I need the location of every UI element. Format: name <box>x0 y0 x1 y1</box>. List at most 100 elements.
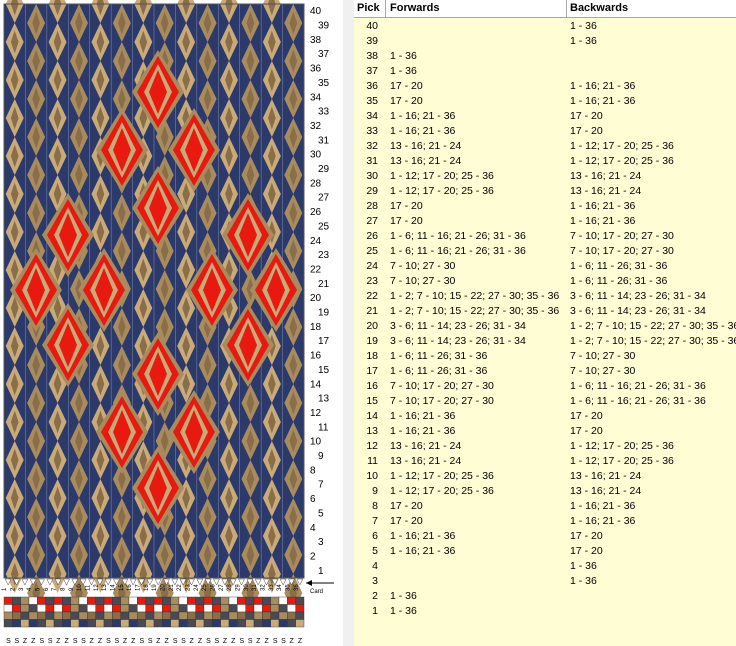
threading-cell[interactable] <box>287 596 296 605</box>
table-row[interactable]: 29 1 - 12; 17 - 20; 25 - 36 13 - 16; 21 - … <box>354 184 736 199</box>
threading-cell[interactable] <box>87 611 96 620</box>
threading-cell[interactable] <box>120 611 130 620</box>
threading-cell[interactable] <box>87 619 96 628</box>
threading-cell[interactable] <box>178 619 188 628</box>
table-row[interactable]: 5 1 - 16; 21 - 36 17 - 20 <box>354 544 736 559</box>
threading-cell[interactable] <box>278 604 288 613</box>
threading-cell[interactable] <box>20 619 30 628</box>
threading-cell[interactable] <box>87 604 96 613</box>
table-row[interactable]: 40 1 - 36 <box>354 19 736 34</box>
threading-cell[interactable] <box>195 619 205 628</box>
threading-cell[interactable] <box>178 611 188 620</box>
threading-cell[interactable] <box>162 611 171 620</box>
threading-cell[interactable] <box>37 596 46 605</box>
threading-cell[interactable] <box>228 596 238 605</box>
threading-cell[interactable] <box>95 596 105 605</box>
threading-cell[interactable] <box>228 611 238 620</box>
table-row[interactable]: 34 1 - 16; 21 - 36 17 - 20 <box>354 109 736 124</box>
threading-cell[interactable] <box>287 611 296 620</box>
threading-cell[interactable] <box>78 596 88 605</box>
column-divider[interactable] <box>385 0 386 17</box>
threading-cell[interactable] <box>170 604 180 613</box>
table-row[interactable]: 13 1 - 16; 21 - 36 17 - 20 <box>354 424 736 439</box>
threading-cell[interactable] <box>62 596 71 605</box>
threading-cell[interactable] <box>128 604 138 613</box>
threading-cell[interactable] <box>270 611 280 620</box>
column-header-backwards[interactable]: Backwards <box>570 2 628 14</box>
threading-cell[interactable] <box>53 619 63 628</box>
threading-cell[interactable] <box>37 604 46 613</box>
table-row[interactable]: 8 17 - 20 1 - 16; 21 - 36 <box>354 499 736 514</box>
threading-cell[interactable] <box>120 604 130 613</box>
threading-cell[interactable] <box>53 611 63 620</box>
threading-cell[interactable] <box>37 611 46 620</box>
threading-cell[interactable] <box>170 596 180 605</box>
threading-cell[interactable] <box>237 619 246 628</box>
threading-cell[interactable] <box>3 619 13 628</box>
threading-cell[interactable] <box>270 604 280 613</box>
threading-cell[interactable] <box>220 604 230 613</box>
threading-cell[interactable] <box>203 611 213 620</box>
threading-cell[interactable] <box>112 604 121 613</box>
table-row[interactable]: 9 1 - 12; 17 - 20; 25 - 36 13 - 16; 21 - 2… <box>354 484 736 499</box>
threading-cell[interactable] <box>187 619 196 628</box>
threading-cell[interactable] <box>70 619 80 628</box>
table-row[interactable]: 3 1 - 36 <box>354 574 736 589</box>
threading-cell[interactable] <box>20 596 30 605</box>
table-row[interactable]: 2 1 - 36 <box>354 589 736 604</box>
column-header-forwards[interactable]: Forwards <box>390 2 440 14</box>
table-row[interactable]: 27 17 - 20 1 - 16; 21 - 36 <box>354 214 736 229</box>
table-row[interactable]: 1 1 - 36 <box>354 604 736 619</box>
threading-cell[interactable] <box>153 619 163 628</box>
threading-cell[interactable] <box>145 596 155 605</box>
threading-cell[interactable] <box>28 611 38 620</box>
table-row[interactable]: 36 17 - 20 1 - 16; 21 - 36 <box>354 79 736 94</box>
table-row[interactable]: 38 1 - 36 <box>354 49 736 64</box>
threading-cell[interactable] <box>295 596 305 605</box>
threading-cell[interactable] <box>70 604 80 613</box>
threading-cell[interactable] <box>253 596 263 605</box>
threading-cell[interactable] <box>120 619 130 628</box>
threading-cell[interactable] <box>120 596 130 605</box>
threading-cell[interactable] <box>153 596 163 605</box>
threading-cell[interactable] <box>95 604 105 613</box>
threading-cell[interactable] <box>28 619 38 628</box>
threading-cell[interactable] <box>245 604 255 613</box>
threading-cell[interactable] <box>45 619 55 628</box>
threading-cell[interactable] <box>62 604 71 613</box>
threading-cell[interactable] <box>162 604 171 613</box>
threading-cell[interactable] <box>37 619 46 628</box>
threading-cell[interactable] <box>78 619 88 628</box>
threading-cell[interactable] <box>212 596 221 605</box>
column-header-pick[interactable]: Pick <box>357 2 380 14</box>
table-row[interactable]: 33 1 - 16; 21 - 36 17 - 20 <box>354 124 736 139</box>
table-row[interactable]: 18 1 - 6; 11 - 26; 31 - 36 7 - 10; 27 - 30 <box>354 349 736 364</box>
threading-cell[interactable] <box>203 596 213 605</box>
threading-cell[interactable] <box>187 611 196 620</box>
threading-cell[interactable] <box>87 596 96 605</box>
threading-cell[interactable] <box>228 604 238 613</box>
table-row[interactable]: 24 7 - 10; 27 - 30 1 - 6; 11 - 26; 31 - 36 <box>354 259 736 274</box>
threading-cell[interactable] <box>278 611 288 620</box>
threading-cell[interactable] <box>28 604 38 613</box>
threading-cell[interactable] <box>12 596 21 605</box>
table-row[interactable]: 20 3 - 6; 11 - 14; 23 - 26; 31 - 34 1 - 2;… <box>354 319 736 334</box>
threading-cell[interactable] <box>270 596 280 605</box>
table-row[interactable]: 26 1 - 6; 11 - 16; 21 - 26; 31 - 36 7 - 10… <box>354 229 736 244</box>
table-row[interactable]: 32 13 - 16; 21 - 24 1 - 12; 17 - 20; 25 - … <box>354 139 736 154</box>
table-row[interactable]: 10 1 - 12; 17 - 20; 25 - 36 13 - 16; 21 - … <box>354 469 736 484</box>
threading-cell[interactable] <box>95 619 105 628</box>
table-row[interactable]: 19 3 - 6; 11 - 14; 23 - 26; 31 - 34 1 - 2;… <box>354 334 736 349</box>
panel-splitter[interactable] <box>343 0 354 646</box>
threading-cell[interactable] <box>270 619 280 628</box>
threading-cell[interactable] <box>45 604 55 613</box>
table-row[interactable]: 14 1 - 16; 21 - 36 17 - 20 <box>354 409 736 424</box>
threading-cell[interactable] <box>78 604 88 613</box>
threading-cell[interactable] <box>162 619 171 628</box>
threading-cell[interactable] <box>112 611 121 620</box>
threading-cell[interactable] <box>137 596 146 605</box>
threading-cell[interactable] <box>287 604 296 613</box>
threading-cell[interactable] <box>212 619 221 628</box>
weaving-draft-canvas[interactable]: 4039383736353433323130292827262524232221… <box>0 0 343 646</box>
threading-cell[interactable] <box>203 619 213 628</box>
